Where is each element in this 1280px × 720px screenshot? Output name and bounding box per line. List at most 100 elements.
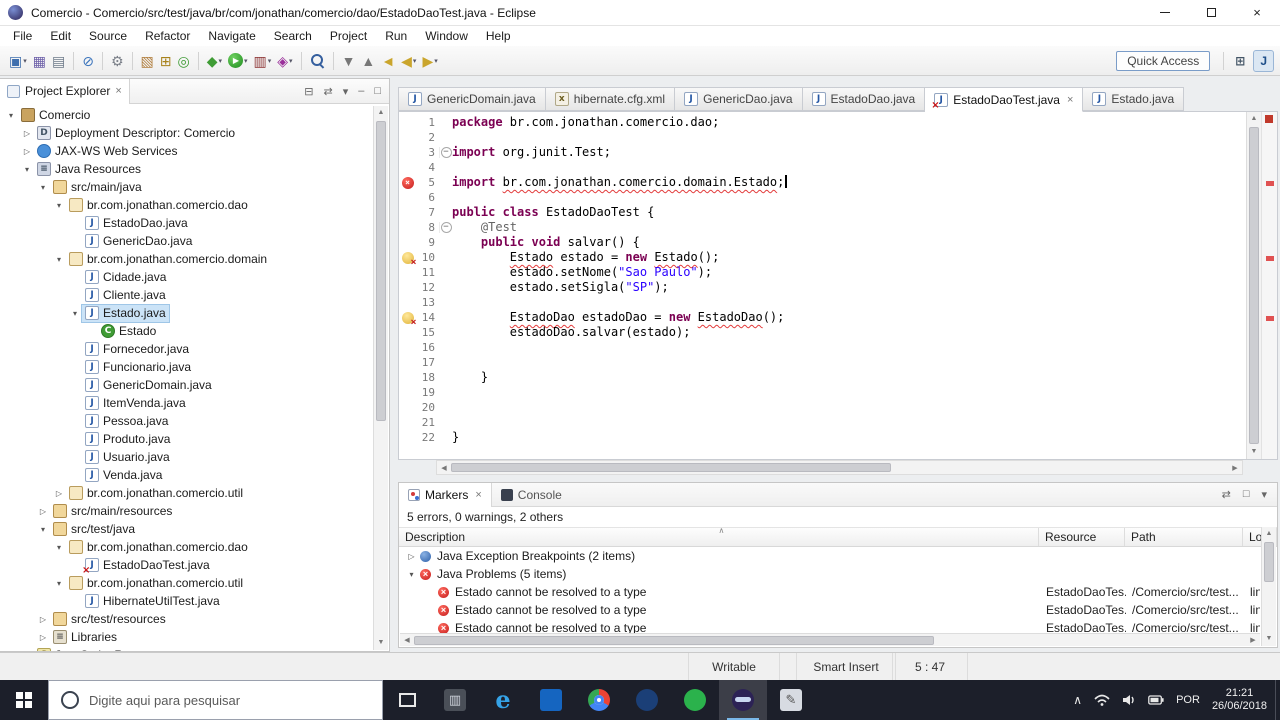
close-icon[interactable]: × (475, 489, 481, 501)
menu-edit[interactable]: Edit (41, 27, 80, 45)
tree-item[interactable]: J HibernateUtilTest.java (0, 592, 372, 610)
menu-navigate[interactable]: Navigate (199, 27, 264, 45)
alternate-layout-icon[interactable]: ⇄ (1222, 488, 1231, 501)
taskbar-app-chrome[interactable] (575, 680, 623, 720)
network-icon[interactable] (1094, 694, 1110, 706)
tab-EstadoDaoTest.java[interactable]: J EstadoDaoTest.java × (925, 87, 1084, 112)
tab-markers[interactable]: Markers × (399, 482, 492, 507)
tree-item[interactable]: J GenericDao.java (0, 232, 372, 250)
collapsed-arrow-icon[interactable]: ▷ (20, 129, 34, 138)
tree-item[interactable]: ▾ src/test/java (0, 520, 372, 538)
expanded-arrow-icon[interactable]: ▾ (52, 543, 66, 552)
back-button[interactable]: ◀ ▾ (398, 50, 419, 72)
code-line[interactable]: 19 (400, 385, 1245, 400)
menu-project[interactable]: Project (321, 27, 376, 45)
scrollbar-thumb[interactable] (451, 463, 891, 472)
tree-item[interactable]: ▾ br.com.jonathan.comercio.domain (0, 250, 372, 268)
code-line[interactable]: 21 (400, 415, 1245, 430)
overview-ruler[interactable] (1261, 112, 1277, 459)
code-line[interactable]: 15 estadoDao.salvar(estado); (400, 325, 1245, 340)
taskbar-app-3[interactable] (623, 680, 671, 720)
taskbar-app-5[interactable]: ✎ (767, 680, 815, 720)
scroll-up-icon[interactable]: ▲ (374, 106, 388, 120)
tree-item[interactable]: ▷ D Deployment Descriptor: Comercio (0, 124, 372, 142)
collapsed-arrow-icon[interactable]: ▷ (20, 147, 34, 156)
menu-search[interactable]: Search (265, 27, 321, 45)
code-line[interactable]: 6 (400, 190, 1245, 205)
volume-icon[interactable] (1122, 694, 1136, 706)
minimize-view-icon[interactable]: – (358, 85, 364, 98)
error-mark[interactable] (1266, 181, 1274, 186)
tab-GenericDomain.java[interactable]: J GenericDomain.java (398, 87, 546, 111)
tree-item[interactable]: J Usuario.java (0, 448, 372, 466)
markers-row[interactable]: ▾ Java Problems (5 items) (400, 565, 1260, 583)
show-desktop-button[interactable] (1275, 680, 1280, 720)
code-line[interactable]: 22} (400, 430, 1245, 445)
new-wizard-button[interactable]: ▣ ▾ (6, 50, 30, 72)
quick-access-box[interactable]: Quick Access (1116, 50, 1211, 71)
tab-EstadoDao.java[interactable]: J EstadoDao.java (802, 87, 926, 111)
error-mark[interactable] (1266, 316, 1274, 321)
close-button[interactable]: × (1234, 0, 1280, 26)
fold-collapse-icon[interactable]: − (440, 147, 452, 158)
editor-vertical-scrollbar[interactable]: ▲ ▼ (1246, 112, 1261, 459)
error-mark[interactable] (1266, 256, 1274, 261)
open-perspective-button[interactable]: ⊞ (1229, 50, 1251, 72)
expanded-arrow-icon[interactable]: ▾ (52, 201, 66, 210)
markers-row[interactable]: ▷ Java Exception Breakpoints (2 items) (400, 547, 1260, 565)
expanded-arrow-icon[interactable]: ▾ (36, 183, 50, 192)
tree-item[interactable]: J Venda.java (0, 466, 372, 484)
code-line[interactable]: 9 public void salvar() { (400, 235, 1245, 250)
scroll-up-icon[interactable]: ▲ (1247, 112, 1261, 126)
fold-collapse-icon[interactable]: − (440, 222, 452, 233)
forward-button[interactable]: ▶ ▾ (419, 50, 440, 72)
scrollbar-thumb[interactable] (414, 635, 934, 645)
tree-item[interactable]: ▷ src/test/resources (0, 610, 372, 628)
new-java-class-button[interactable]: ◎ (174, 50, 192, 72)
tab-GenericDao.java[interactable]: J GenericDao.java (675, 87, 803, 111)
start-button[interactable] (0, 680, 48, 720)
skip-all-breakpoints-button[interactable]: ⊘ (79, 50, 97, 72)
tree-item[interactable]: J Funcionario.java (0, 358, 372, 376)
run-button[interactable]: ▶ ▾ (225, 50, 251, 72)
tree-item[interactable]: J Cliente.java (0, 286, 372, 304)
collapse-all-icon[interactable]: ⊟ (304, 85, 313, 98)
markers-column-description[interactable]: Description ∧ (399, 528, 1039, 546)
markers-column-path[interactable]: Path (1125, 528, 1243, 546)
previous-annotation-button[interactable]: ▲ (358, 50, 378, 72)
scroll-up-icon[interactable]: ▲ (1262, 527, 1276, 541)
search-button[interactable] (307, 50, 328, 72)
quickfix-error-icon[interactable]: × (401, 251, 417, 267)
code-line[interactable]: 17 (400, 355, 1245, 370)
tree-item[interactable]: J Cidade.java (0, 268, 372, 286)
collapsed-arrow-icon[interactable]: ▷ (52, 489, 66, 498)
scrollbar-thumb[interactable] (376, 121, 386, 421)
task-view-button[interactable] (383, 680, 431, 720)
expanded-arrow-icon[interactable]: ▾ (68, 309, 82, 318)
taskbar-app-4[interactable] (671, 680, 719, 720)
editor-horizontal-scrollbar[interactable]: ◀ ▶ (436, 460, 1243, 475)
code-line[interactable]: × 10 Estado estado = new Estado(); (400, 250, 1245, 267)
minimize-button[interactable] (1142, 0, 1188, 26)
markers-horizontal-scrollbar[interactable]: ◀ ▶ (400, 633, 1260, 646)
collapsed-arrow-icon[interactable]: ▷ (20, 651, 34, 652)
tree-item[interactable]: ▾ br.com.jonathan.comercio.dao (0, 196, 372, 214)
code-line[interactable]: × 5 import br.com.jonathan.comercio.domain… (400, 175, 1245, 190)
scroll-right-icon[interactable]: ▶ (1228, 464, 1242, 472)
code-line[interactable]: 13 (400, 295, 1245, 310)
restore-view-icon[interactable]: □ (1243, 488, 1250, 501)
scroll-left-icon[interactable]: ◀ (400, 636, 414, 644)
tree-item[interactable]: J Fornecedor.java (0, 340, 372, 358)
tree-item[interactable]: J Produto.java (0, 430, 372, 448)
project-explorer-tab[interactable]: Project Explorer × (0, 78, 130, 104)
code-editor[interactable]: 1 package br.com.jonathan.comercio.dao; 2 3… (398, 112, 1278, 460)
code-line[interactable]: 4 (400, 160, 1245, 175)
scrollbar-thumb[interactable] (1264, 542, 1274, 582)
collapsed-arrow-icon[interactable]: ▷ (36, 633, 50, 642)
scroll-left-icon[interactable]: ◀ (437, 464, 451, 472)
tree-item[interactable]: J Pessoa.java (0, 412, 372, 430)
view-menu-icon[interactable]: ▾ (343, 85, 349, 98)
code-line[interactable]: 18 } (400, 370, 1245, 385)
tree-item[interactable]: J ItemVenda.java (0, 394, 372, 412)
code-line[interactable]: 12 estado.setSigla("SP"); (400, 280, 1245, 295)
